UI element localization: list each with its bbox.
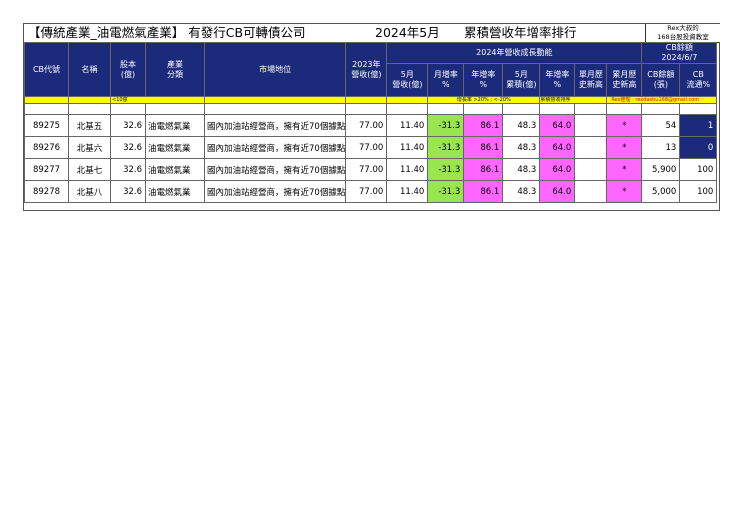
table-row: 89276 北基六 32.6 油電燃氣業 國內加油站經營商，擁有近70個據點 77.00 1… <box>24 136 718 159</box>
legend-growth-note: 增長率 >20% ; <-20% <box>427 96 541 104</box>
cell-mom: -31.3 <box>427 114 465 137</box>
table-row: 89278 北基八 32.6 油電燃氣業 國內加油站經營商，擁有近70個據點 77.00 1… <box>24 180 718 203</box>
cell-cum-high: * <box>606 158 643 181</box>
cell-single-high <box>574 136 608 159</box>
cell-cb-amount: 13 <box>641 136 681 159</box>
cell-mom: -31.3 <box>427 136 465 159</box>
legend-cum-note: 累積營收排序 <box>539 96 608 104</box>
cell-name: 北基六 <box>68 136 111 159</box>
table-row: 89275 北基五 32.6 油電燃氣業 國內加油站經營商，擁有近70個據點 77.00 1… <box>24 114 718 137</box>
cell-cum-yoy: 64.0 <box>539 158 576 181</box>
cell-single-high <box>574 114 608 137</box>
cell-industry: 油電燃氣業 <box>145 158 205 181</box>
cell-mom: -31.3 <box>427 158 465 181</box>
title-ranking: 累積營收年增率排行 <box>464 25 577 40</box>
header-mom: 月增率 % <box>427 63 465 97</box>
cell-yoy: 86.1 <box>463 136 504 159</box>
header-may-cum: 5月 累積(億) <box>502 63 541 97</box>
cell-yoy: 86.1 <box>463 180 504 203</box>
cell-may-cum: 48.3 <box>502 180 541 203</box>
cell-cum-yoy: 64.0 <box>539 180 576 203</box>
cell-industry: 油電燃氣業 <box>145 136 205 159</box>
cell-name: 北基五 <box>68 114 111 137</box>
cell-cb-circ: 100 <box>679 180 718 203</box>
header-cum-high: 累月歷 史新高 <box>606 63 643 97</box>
cell-may-cum: 48.3 <box>502 136 541 159</box>
cell-position: 國內加油站經營商，擁有近70個據點 <box>203 136 347 159</box>
cell-single-high <box>574 180 608 203</box>
cell-cum-high: * <box>606 180 643 203</box>
cell-position: 國內加油站經營商，擁有近70個據點 <box>203 158 347 181</box>
cell-may-rev: 11.40 <box>386 158 429 181</box>
cell-rev2023: 77.00 <box>345 136 388 159</box>
cell-cum-high: * <box>606 136 643 159</box>
cell-capital: 32.6 <box>110 180 146 203</box>
data-rows: 89275 北基五 32.6 油電燃氣業 國內加油站經營商，擁有近70個據點 77.00 1… <box>24 114 718 203</box>
cell-may-cum: 48.3 <box>502 114 541 137</box>
cell-code: 89276 <box>24 136 69 159</box>
cell-may-rev: 11.40 <box>386 180 429 203</box>
cell-code: 89275 <box>24 114 69 137</box>
header-cum-yoy: 年增率 % <box>539 63 576 97</box>
cell-may-rev: 11.40 <box>386 136 429 159</box>
cell-yoy: 86.1 <box>463 114 504 137</box>
cell-mom: -31.3 <box>427 180 465 203</box>
header-yoy: 年增率 % <box>463 63 504 97</box>
cell-position: 國內加油站經營商，擁有近70個據點 <box>203 180 347 203</box>
header-growth-group: 2024年營收成長動能 <box>386 42 643 64</box>
header-rev2023: 2023年 營收(億) <box>345 42 388 97</box>
cell-yoy: 86.1 <box>463 158 504 181</box>
cell-capital: 32.6 <box>110 136 146 159</box>
cell-name: 北基八 <box>68 180 111 203</box>
header-cb-circ: CB 流通% <box>679 63 718 97</box>
brand-line1: Rex大叔的 <box>667 24 699 32</box>
cell-cb-amount: 5,000 <box>641 180 681 203</box>
cell-code: 89278 <box>24 180 69 203</box>
header-cb-balance-group: CB餘額 2024/6/7 <box>641 42 718 64</box>
title-row: 【傳統產業_油電燃氣產業】 有發行CB可轉債公司 2024年5月 累積營收年增率… <box>24 24 720 43</box>
cell-cb-circ: 0 <box>679 136 718 159</box>
cell-may-rev: 11.40 <box>386 114 429 137</box>
header-name: 名稱 <box>68 42 111 97</box>
title-period: 2024年5月 <box>375 25 440 40</box>
cell-may-cum: 48.3 <box>502 158 541 181</box>
cell-rev2023: 77.00 <box>345 158 388 181</box>
spreadsheet-page: 【傳統產業_油電燃氣產業】 有發行CB可轉債公司 2024年5月 累積營收年增率… <box>23 23 720 211</box>
brand-box: Rex大叔的 168台股投資教室 <box>645 24 720 42</box>
page-title: 【傳統產業_油電燃氣產業】 有發行CB可轉債公司 <box>28 25 306 40</box>
header-industry: 產業 分類 <box>145 42 205 97</box>
cell-cum-high: * <box>606 114 643 137</box>
header-code: CB代號 <box>24 42 69 97</box>
cell-cb-amount: 54 <box>641 114 681 137</box>
header-single-high: 單月歷 史新高 <box>574 63 608 97</box>
cell-industry: 油電燃氣業 <box>145 180 205 203</box>
cell-rev2023: 77.00 <box>345 180 388 203</box>
cell-single-high <box>574 158 608 181</box>
header-cb-amount: CB餘額 (張) <box>641 63 681 97</box>
cell-cb-circ: 100 <box>679 158 718 181</box>
header-may-rev: 5月 營收(億) <box>386 63 429 97</box>
legend-row: <10億 增長率 >20% ; <-20% 累積營收排序 Rex整理 : rex… <box>24 96 718 104</box>
cell-position: 國內加油站經營商，擁有近70個據點 <box>203 114 347 137</box>
legend-email: Rex整理 : rexdashu168@gmail.com <box>606 96 718 104</box>
cell-capital: 32.6 <box>110 114 146 137</box>
cell-cb-amount: 5,900 <box>641 158 681 181</box>
cell-rev2023: 77.00 <box>345 114 388 137</box>
cell-industry: 油電燃氣業 <box>145 114 205 137</box>
brand-line2: 168台股投資教室 <box>657 32 709 41</box>
cb-table: CB代號 名稱 股本 (億) 產業 分類 市場地位 2023年 營收(億) 20… <box>24 42 718 203</box>
cell-name: 北基七 <box>68 158 111 181</box>
cell-capital: 32.6 <box>110 158 146 181</box>
cell-code: 89277 <box>24 158 69 181</box>
table-row: 89277 北基七 32.6 油電燃氣業 國內加油站經營商，擁有近70個據點 77.00 1… <box>24 158 718 181</box>
cell-cum-yoy: 64.0 <box>539 114 576 137</box>
spacer-row <box>24 103 718 115</box>
legend-capital-note: <10億 <box>110 96 205 104</box>
header-capital: 股本 (億) <box>110 42 146 97</box>
cell-cb-circ: 1 <box>679 114 718 137</box>
header-market-position: 市場地位 <box>203 42 347 97</box>
cell-cum-yoy: 64.0 <box>539 136 576 159</box>
